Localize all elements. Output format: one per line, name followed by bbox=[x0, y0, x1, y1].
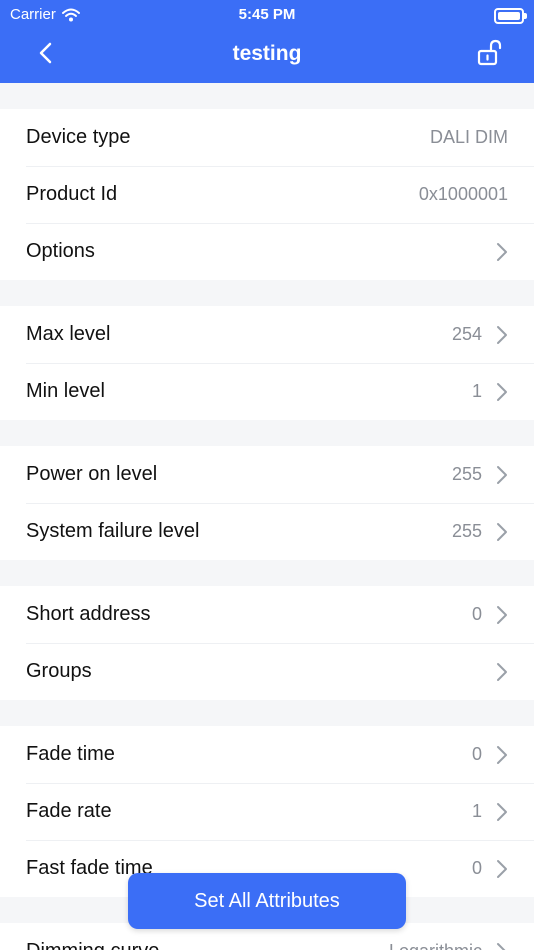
chevron-right-icon bbox=[497, 802, 507, 821]
row-label: Groups bbox=[26, 660, 92, 682]
row-label: Max level bbox=[26, 323, 111, 345]
row-system-failure-level[interactable]: System failure level 255 bbox=[0, 503, 534, 560]
row-value: DALI DIM bbox=[429, 127, 508, 147]
chevron-right-icon bbox=[497, 662, 507, 681]
row-value: 0 bbox=[471, 858, 482, 878]
row-label: Power on level bbox=[26, 463, 158, 485]
row-value: 0 bbox=[471, 744, 482, 764]
chevron-right-icon bbox=[497, 325, 507, 344]
unlock-button[interactable] bbox=[474, 38, 504, 68]
chevron-right-icon bbox=[497, 382, 507, 401]
row-min-level[interactable]: Min level 1 bbox=[0, 363, 534, 420]
battery-icon bbox=[494, 8, 527, 24]
set-all-attributes-button[interactable]: Set All Attributes bbox=[128, 873, 406, 929]
chevron-right-icon bbox=[497, 745, 507, 764]
chevron-right-icon bbox=[497, 605, 507, 624]
chevron-right-icon bbox=[497, 242, 507, 261]
row-label: Product Id bbox=[26, 183, 118, 205]
settings-section: Max level 254 Min level 1 bbox=[0, 306, 534, 420]
row-label: Dimming curve bbox=[26, 940, 389, 950]
row-value: 255 bbox=[451, 521, 482, 541]
row-product-id: Product Id 0x1000001 bbox=[0, 166, 534, 223]
status-time: 5:45 PM bbox=[238, 6, 296, 23]
section-separator bbox=[0, 83, 534, 109]
section-separator bbox=[0, 560, 534, 586]
settings-section: Short address 0 Groups bbox=[0, 586, 534, 700]
row-label: Options bbox=[26, 240, 95, 262]
chevron-right-icon bbox=[497, 522, 507, 541]
settings-section: Fade time 0 Fade rate 1 Fast fade time 0 bbox=[0, 726, 534, 897]
row-groups[interactable]: Groups bbox=[0, 643, 534, 700]
row-options[interactable]: Options bbox=[0, 223, 534, 280]
status-bar: Carrier 5:45 PM bbox=[0, 6, 534, 26]
attributes-list: Device type DALI DIM Product Id 0x1000001 Op… bbox=[0, 83, 534, 950]
row-value: 0x1000001 bbox=[418, 184, 508, 204]
settings-section: Device type DALI DIM Product Id 0x1000001 Op… bbox=[0, 109, 534, 280]
row-label: Fade rate bbox=[26, 800, 112, 822]
row-device-type: Device type DALI DIM bbox=[0, 109, 534, 166]
page-title: testing bbox=[232, 42, 302, 65]
row-label: Fade time bbox=[26, 743, 115, 765]
settings-section: Power on level 255 System failure level 255 bbox=[0, 446, 534, 560]
row-value: 1 bbox=[471, 381, 482, 401]
unlock-icon bbox=[477, 39, 502, 66]
section-separator bbox=[0, 420, 534, 446]
section-separator bbox=[0, 280, 534, 306]
row-max-level[interactable]: Max level 254 bbox=[0, 306, 534, 363]
row-value: 0 bbox=[471, 604, 482, 624]
row-label: Short address bbox=[26, 603, 151, 625]
chevron-right-icon bbox=[497, 942, 506, 950]
row-value: Logarithmic bbox=[389, 941, 482, 950]
row-fade-time[interactable]: Fade time 0 bbox=[0, 726, 534, 783]
row-value: 255 bbox=[451, 464, 482, 484]
row-short-address[interactable]: Short address 0 bbox=[0, 586, 534, 643]
row-value: 254 bbox=[451, 324, 482, 344]
section-separator bbox=[0, 700, 534, 726]
row-label: Min level bbox=[26, 380, 105, 402]
row-value: 1 bbox=[471, 801, 482, 821]
row-label: Device type bbox=[26, 126, 131, 148]
navigation-header: Carrier 5:45 PM testing bbox=[0, 0, 534, 83]
chevron-right-icon bbox=[497, 859, 507, 878]
row-fade-rate[interactable]: Fade rate 1 bbox=[0, 783, 534, 840]
row-label: System failure level bbox=[26, 520, 200, 542]
chevron-right-icon bbox=[497, 465, 507, 484]
row-power-on-level[interactable]: Power on level 255 bbox=[0, 446, 534, 503]
